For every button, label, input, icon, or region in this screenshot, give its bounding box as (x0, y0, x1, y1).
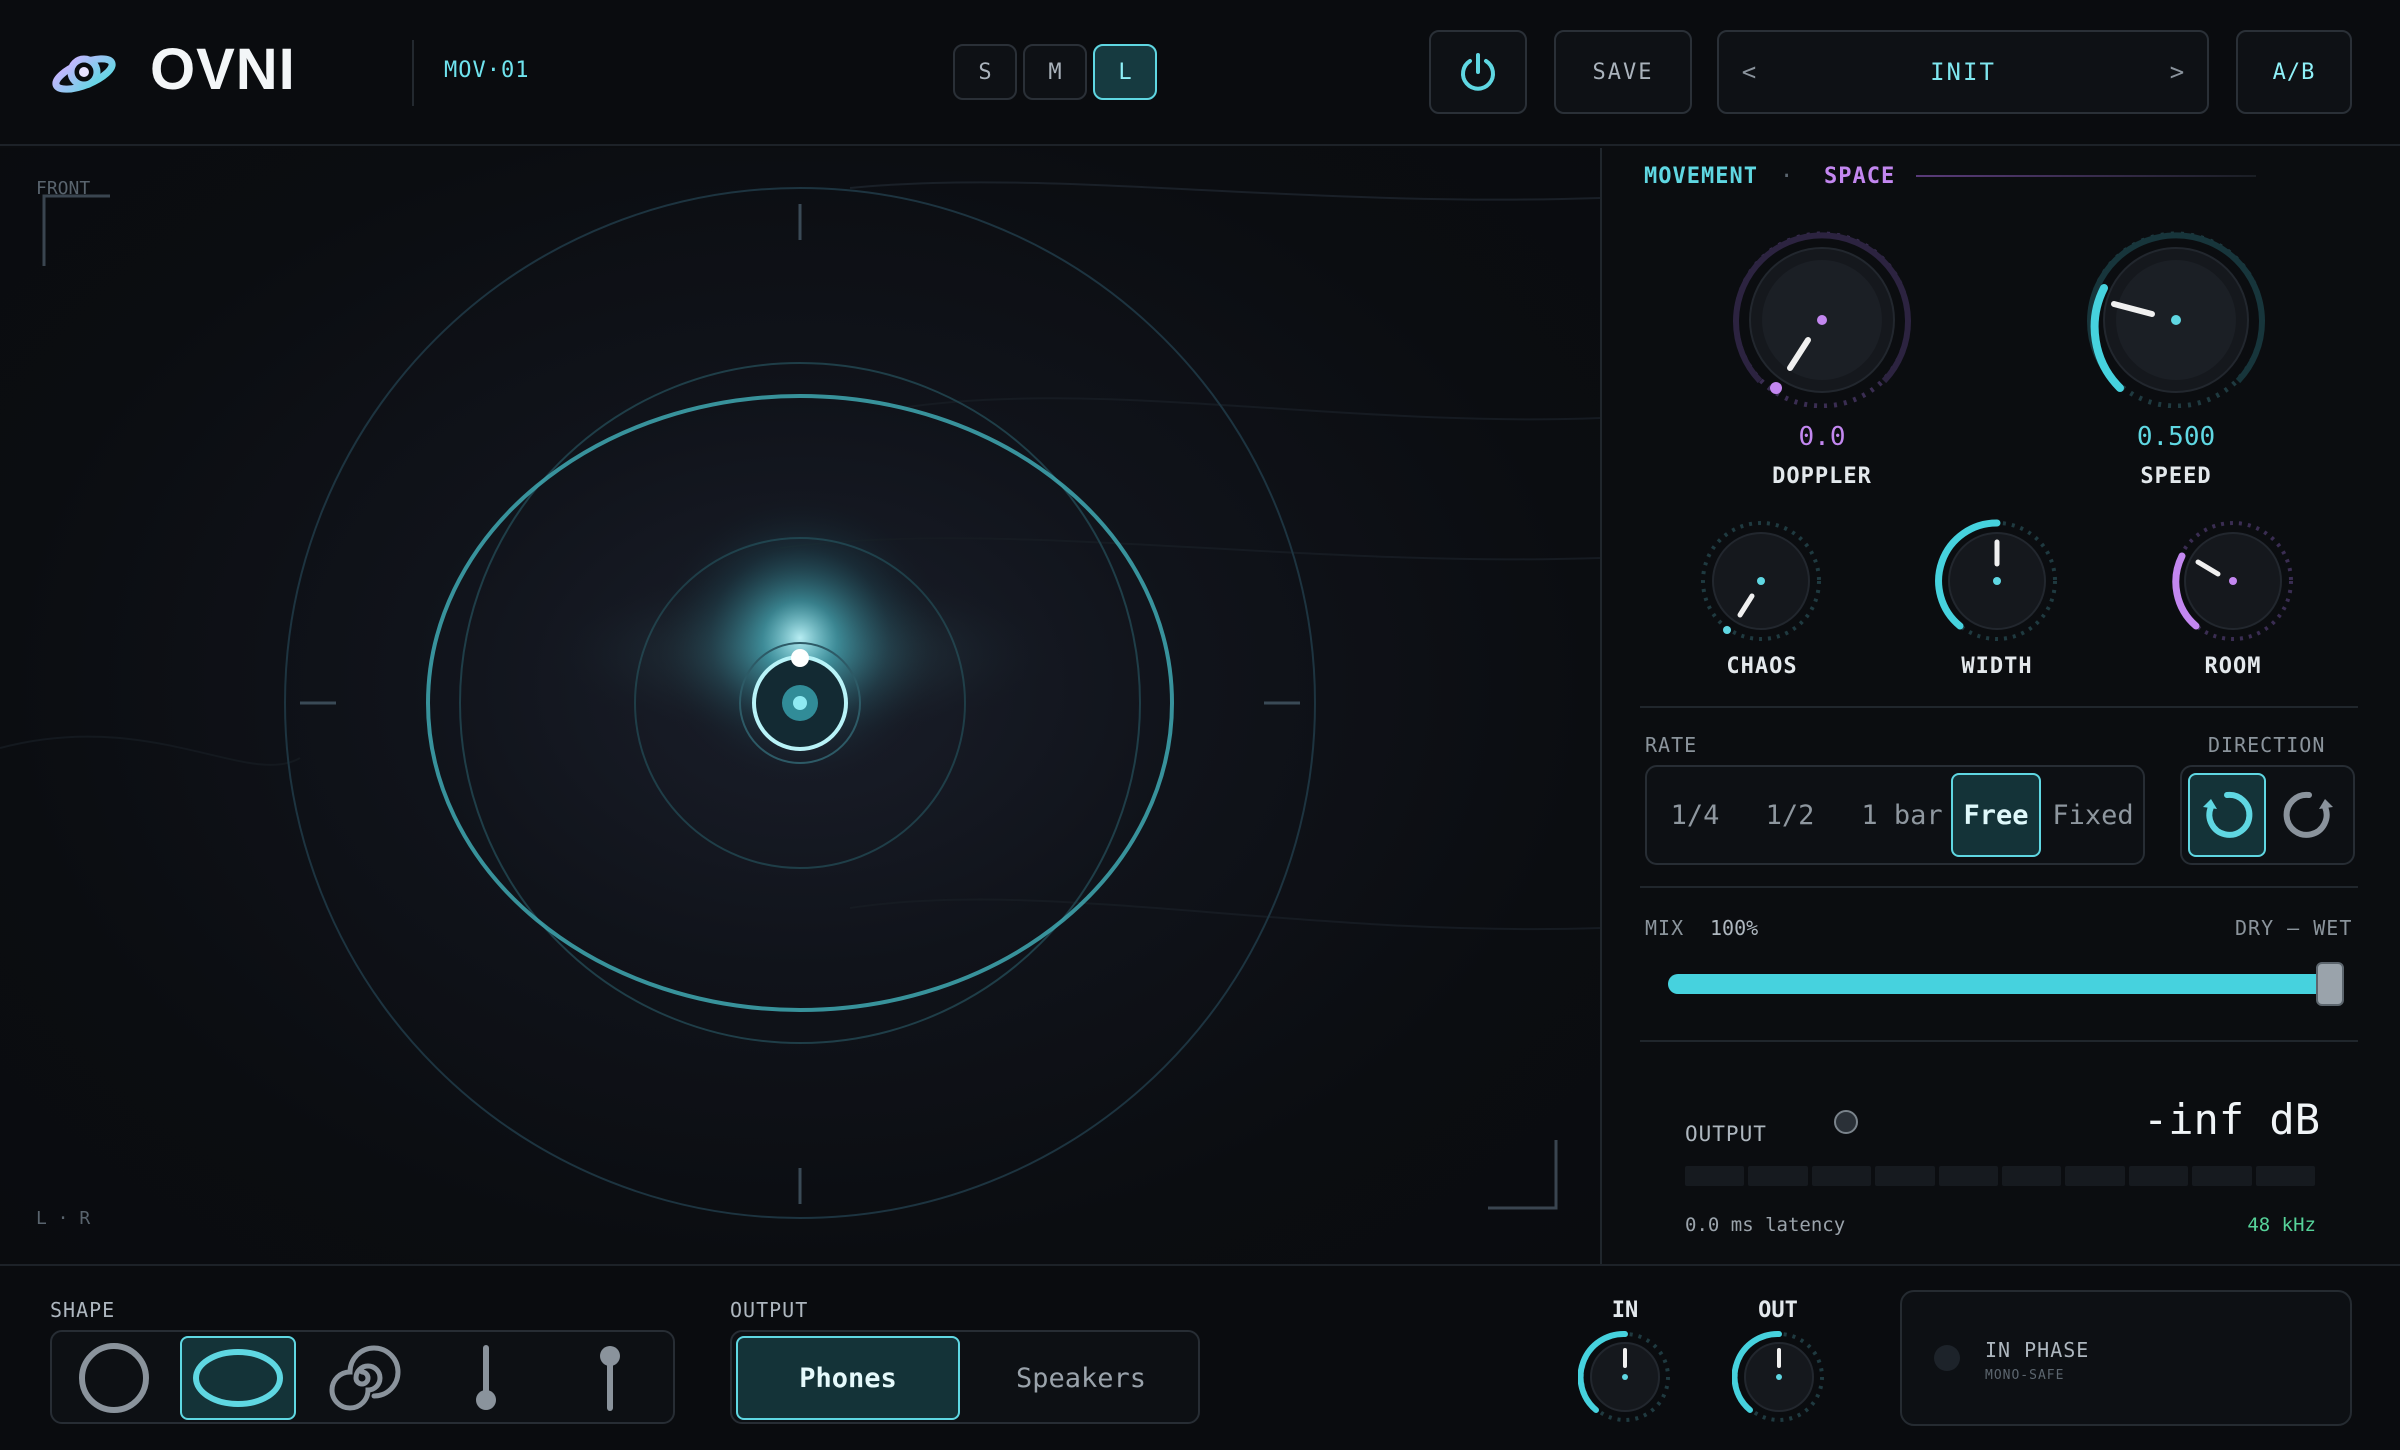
rate-label: RATE (1645, 733, 1698, 757)
in-gain-label: IN (1611, 1298, 1639, 1323)
size-l-button[interactable]: L (1093, 44, 1157, 100)
rate-option-half[interactable]: 1/2 (1743, 773, 1837, 857)
output-mode-selector: Phones Speakers (730, 1330, 1200, 1424)
preset-code: MOV·01 (444, 58, 530, 83)
tab-space[interactable]: SPACE (1824, 164, 1895, 189)
shape-line-up-button[interactable] (552, 1336, 668, 1420)
preset-selector: < INIT > (1717, 30, 2209, 114)
rate-option-free[interactable]: Free (1951, 773, 2041, 857)
orbit-display (0, 181, 1600, 1219)
shape-ellipse-button[interactable] (180, 1336, 296, 1420)
line-down-icon (476, 1345, 496, 1410)
line-up-icon (600, 1346, 620, 1411)
ellipse-icon (193, 1349, 283, 1407)
shape-selector (50, 1330, 675, 1424)
speed-label: SPEED (2140, 464, 2212, 489)
out-gain-label: OUT (1758, 1298, 1798, 1323)
chaos-label: CHAOS (1726, 654, 1798, 679)
rotate-ccw-icon (2203, 791, 2253, 838)
room-knob[interactable] (2170, 518, 2296, 644)
shape-label: SHAPE (50, 1298, 116, 1322)
tab-separator: · (1780, 164, 1794, 189)
save-button[interactable]: SAVE (1554, 30, 1692, 114)
phase-toggle[interactable] (1900, 1290, 2352, 1426)
front-label: FRONT (36, 178, 91, 199)
chaos-knob[interactable] (1698, 518, 1824, 644)
phase-title: IN PHASE (1985, 1338, 2090, 1362)
tab-underline (1916, 175, 2256, 177)
mix-slider[interactable] (1668, 974, 2332, 994)
circle-icon (79, 1343, 149, 1413)
rate-selector: 1/4 1/2 1 bar Free Fixed (1645, 765, 2145, 865)
width-label: WIDTH (1961, 654, 2033, 679)
tab-movement[interactable]: MOVEMENT (1644, 164, 1758, 189)
mix-slider-fill (1668, 974, 2332, 994)
lr-label: L · R (36, 1208, 91, 1229)
output-meter (1685, 1166, 2316, 1186)
dry-wet-label: DRY — WET (2235, 916, 2353, 940)
doppler-knob[interactable] (1730, 228, 1920, 408)
spatial-visualizer[interactable]: FRONT L · R (0, 148, 1600, 1264)
output-label: OUTPUT (1685, 1122, 1767, 1146)
next-preset-button[interactable]: > (2147, 32, 2207, 112)
ab-compare-button[interactable]: A/B (2236, 30, 2352, 114)
phase-subtitle: MONO-SAFE (1985, 1368, 2065, 1383)
sample-rate-readout: 48 kHz (2247, 1214, 2316, 1236)
output-speakers-button[interactable]: Speakers (968, 1336, 1194, 1420)
logo-icon (52, 55, 116, 93)
doppler-label: DOPPLER (1772, 464, 1872, 489)
preset-name[interactable]: INIT (1779, 32, 2147, 112)
direction-selector (2180, 765, 2355, 865)
header-divider (412, 40, 414, 106)
direction-cw-button[interactable] (2270, 773, 2348, 857)
rate-option-bar[interactable]: 1 bar (1837, 773, 1967, 857)
output-level: -inf dB (2142, 1095, 2320, 1144)
mix-label: MIX (1645, 916, 1685, 940)
out-gain-knob[interactable] (1732, 1330, 1826, 1424)
width-knob[interactable] (1934, 518, 2060, 644)
power-icon (1461, 53, 1495, 91)
latency-readout: 0.0 ms latency (1685, 1214, 1846, 1236)
rotate-cw-icon (2283, 791, 2333, 838)
shape-circle-button[interactable] (56, 1336, 172, 1420)
rate-option-fixed[interactable]: Fixed (2045, 773, 2141, 857)
output-phones-button[interactable]: Phones (736, 1336, 960, 1420)
room-label: ROOM (2204, 654, 2262, 679)
doppler-value: 0.0 (1798, 422, 1846, 452)
rate-option-quarter[interactable]: 1/4 (1651, 773, 1739, 857)
spiral-icon (329, 1345, 401, 1411)
in-gain-knob[interactable] (1578, 1330, 1672, 1424)
mix-slider-handle[interactable] (2316, 962, 2344, 1006)
prev-preset-button[interactable]: < (1719, 32, 1779, 112)
speed-value: 0.500 (2136, 422, 2216, 452)
section-divider (1640, 886, 2358, 888)
size-s-button[interactable]: S (953, 44, 1017, 100)
shape-spiral-button[interactable] (304, 1336, 420, 1420)
direction-label: DIRECTION (2208, 733, 2326, 757)
phase-indicator (1934, 1345, 1960, 1371)
brand-name: OVNI (150, 37, 296, 102)
shape-line-down-button[interactable] (428, 1336, 544, 1420)
mix-value: 100% (1710, 916, 1759, 940)
direction-ccw-button[interactable] (2188, 773, 2266, 857)
section-divider (1640, 706, 2358, 708)
size-m-button[interactable]: M (1023, 44, 1087, 100)
power-button[interactable] (1429, 30, 1527, 114)
output-indicator (1834, 1110, 1858, 1134)
speed-knob[interactable] (2084, 228, 2274, 408)
output-mode-label: OUTPUT (730, 1298, 809, 1322)
section-divider (1640, 1040, 2358, 1042)
